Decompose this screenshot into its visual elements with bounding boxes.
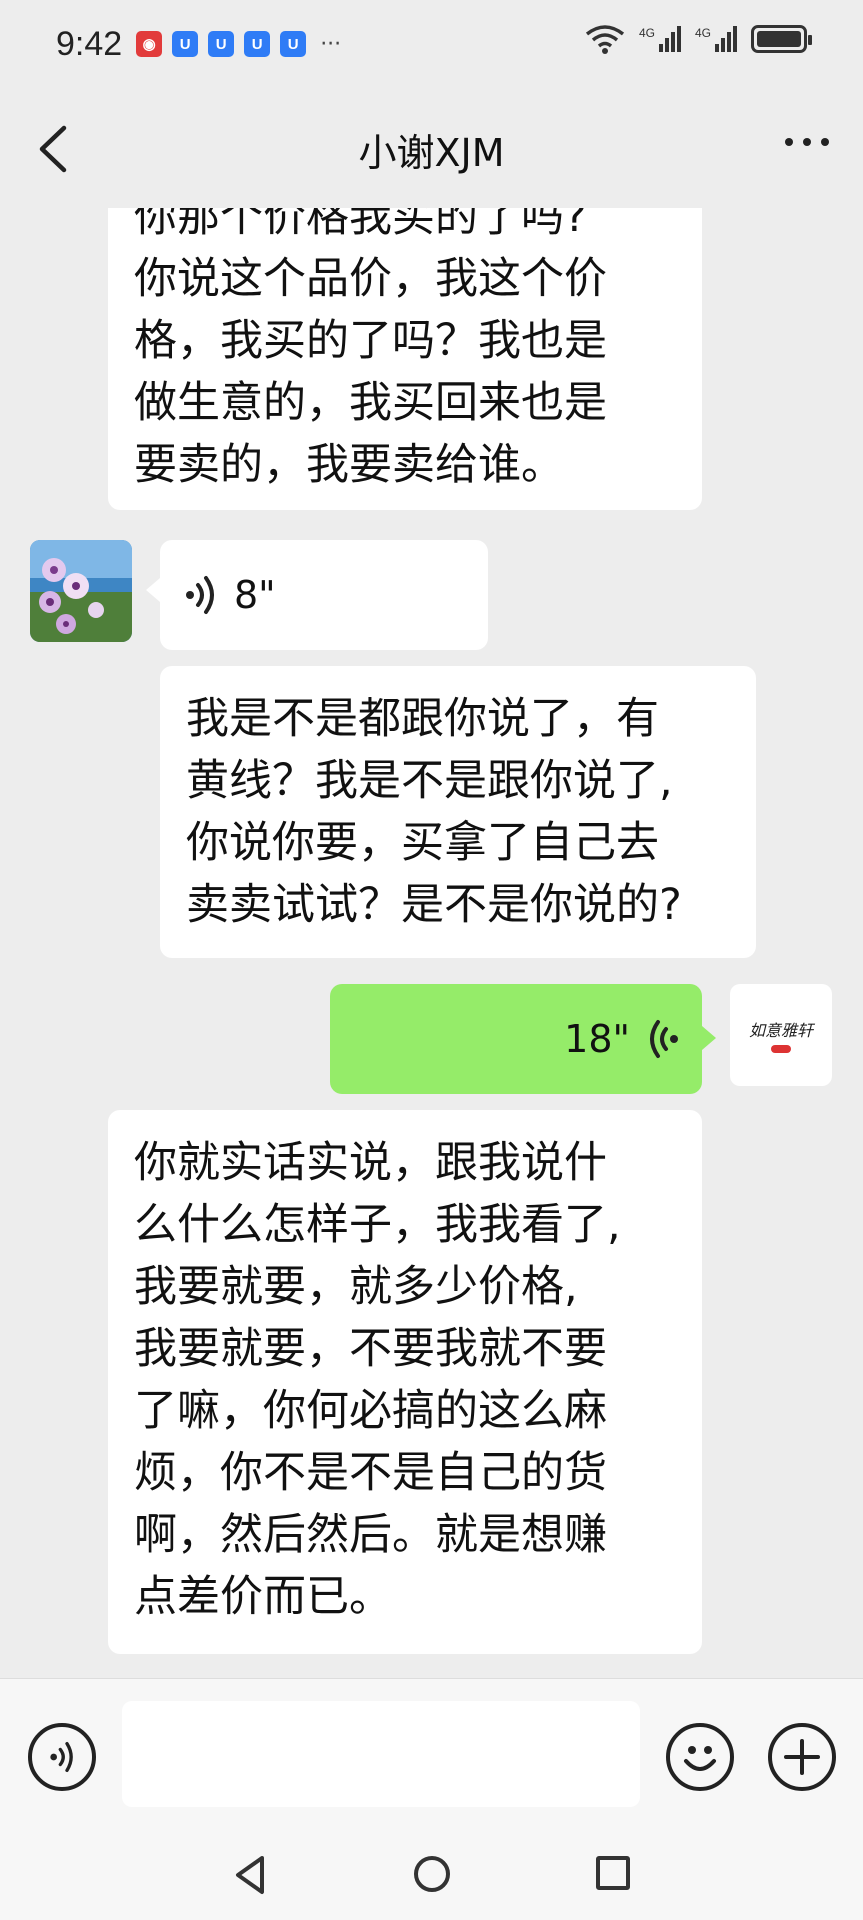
system-nav-bar bbox=[0, 1834, 863, 1920]
avatar-logo-text: 如意雅轩 bbox=[748, 1021, 813, 1040]
contact-avatar[interactable] bbox=[30, 540, 132, 642]
network-type-label: 4G bbox=[694, 26, 711, 40]
battery-icon bbox=[751, 25, 812, 53]
chat-title: 小谢XJM bbox=[358, 131, 505, 175]
smiley-icon bbox=[684, 1746, 716, 1771]
voice-duration: 18" bbox=[564, 1017, 630, 1061]
voice-icon bbox=[50, 1741, 73, 1772]
status-indicators: 4G 4G bbox=[585, 24, 812, 54]
dot-icon bbox=[785, 138, 793, 146]
bubble-tail bbox=[702, 1026, 716, 1050]
red-seal-icon bbox=[770, 1045, 791, 1053]
my-avatar[interactable]: 如意雅轩 bbox=[730, 984, 832, 1086]
shield-blue-icon: U bbox=[244, 31, 271, 57]
wifi-icon bbox=[585, 25, 625, 54]
app-red-icon: ◉ bbox=[136, 31, 163, 57]
voice-wave-icon bbox=[186, 576, 214, 614]
dot-icon bbox=[803, 138, 811, 146]
network-type-label: 4G bbox=[638, 26, 655, 40]
message-bubble[interactable]: 我是不是都跟你说了，有 黄线？我是不是跟你说了, 你说你要，买拿了自己去 卖卖试… bbox=[160, 666, 756, 958]
message-text: 我是不是都跟你说了，有 黄线？我是不是跟你说了, 你说你要，买拿了自己去 卖卖试… bbox=[186, 694, 682, 930]
more-functions-button[interactable] bbox=[768, 1723, 836, 1791]
message-text: 你那个价格我买的了吗? 你说这个品价，我这个价 格，我买的了吗？我也是 做生意的… bbox=[134, 208, 607, 490]
nav-home-icon[interactable] bbox=[414, 1856, 450, 1892]
bubble-tail bbox=[146, 578, 160, 602]
nav-recent-apps-icon[interactable] bbox=[596, 1856, 630, 1890]
input-bar bbox=[0, 1678, 863, 1834]
voice-duration: 8" bbox=[234, 573, 276, 617]
shield-blue-icon: U bbox=[280, 31, 307, 57]
shield-blue-icon: U bbox=[172, 31, 199, 57]
chat-messages[interactable]: 你那个价格我买的了吗? 你说这个品价，我这个价 格，我买的了吗？我也是 做生意的… bbox=[0, 208, 863, 1678]
status-bar: 9:42 ◉ U U U U ··· 4G 4G bbox=[0, 0, 863, 88]
voice-message-bubble[interactable]: 8" bbox=[160, 540, 488, 650]
voice-input-button[interactable] bbox=[28, 1723, 96, 1791]
signal-2-icon: 4G bbox=[695, 26, 737, 52]
voice-message-bubble-sent[interactable]: 18" bbox=[330, 984, 702, 1094]
shield-blue-icon: U bbox=[208, 31, 235, 57]
message-input[interactable] bbox=[122, 1701, 640, 1807]
voice-wave-icon bbox=[650, 1020, 678, 1058]
plus-icon bbox=[784, 1739, 820, 1775]
message-bubble[interactable]: 你就实话实说，跟我说什 么什么怎样子，我我看了, 我要就要，就多少价格, 我要就… bbox=[108, 1110, 702, 1654]
more-menu-button[interactable] bbox=[785, 138, 829, 146]
message-text: 你就实话实说，跟我说什 么什么怎样子，我我看了, 我要就要，就多少价格, 我要就… bbox=[134, 1138, 621, 1622]
nav-back-icon[interactable] bbox=[232, 1854, 268, 1896]
chat-header: 小谢XJM bbox=[0, 100, 863, 196]
message-bubble[interactable]: 你那个价格我买的了吗? 你说这个品价，我这个价 格，我买的了吗？我也是 做生意的… bbox=[108, 208, 702, 510]
signal-1-icon: 4G bbox=[639, 26, 681, 52]
dot-icon bbox=[821, 138, 829, 146]
emoji-button[interactable] bbox=[666, 1723, 734, 1791]
more-notifications-icon: ··· bbox=[320, 31, 342, 57]
status-time: 9:42 bbox=[56, 24, 123, 63]
flower-avatar-image bbox=[30, 540, 132, 642]
